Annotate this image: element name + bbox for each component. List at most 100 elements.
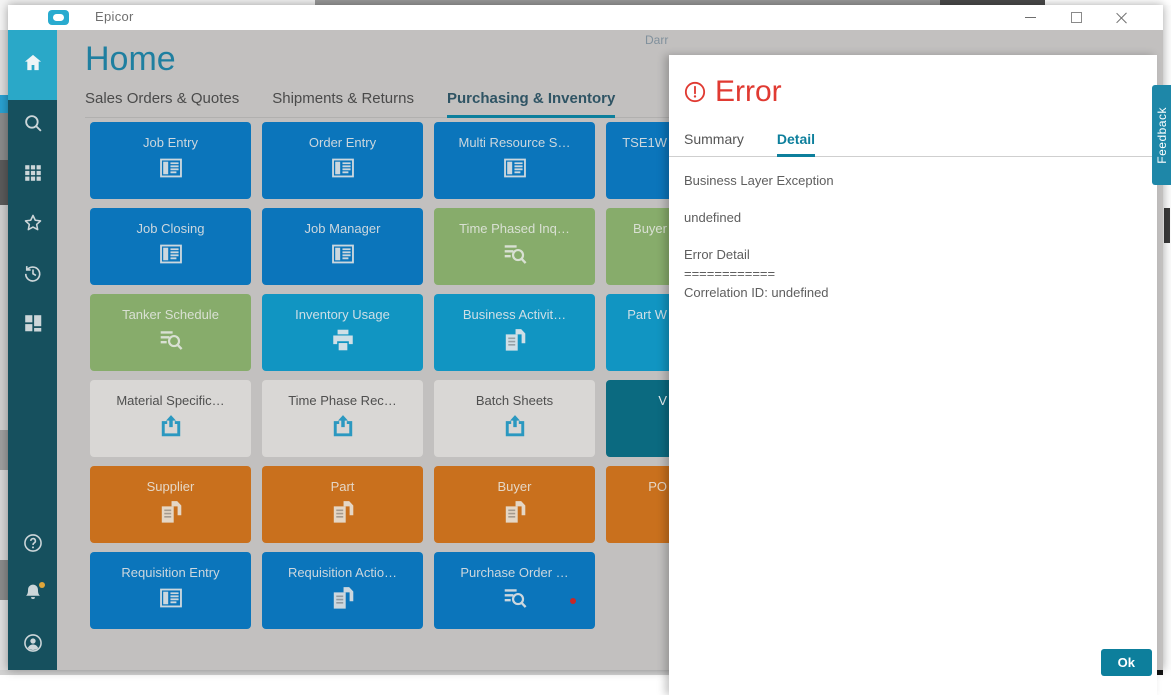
minimize-icon xyxy=(1024,16,1036,19)
tile-material-specific[interactable]: Material Specific… xyxy=(90,380,251,457)
home-tabs: Sales Orders & Quotes Shipments & Returns… xyxy=(85,90,725,118)
printer-icon xyxy=(328,327,358,353)
tab-sales-orders-quotes[interactable]: Sales Orders & Quotes xyxy=(85,90,239,118)
tile-supplier[interactable]: Supplier xyxy=(90,466,251,543)
error-dialog: Error Summary Detail Business Layer Excep… xyxy=(669,55,1157,695)
epicor-window: Epicor Darr Home Sales Orders & Quotes Sh… xyxy=(8,5,1163,695)
tile-label: Requisition Entry xyxy=(121,565,220,580)
tile-job-closing[interactable]: Job Closing xyxy=(90,208,251,285)
tile-label: Job Manager xyxy=(304,221,381,236)
page-title: Home xyxy=(85,40,176,78)
titlebar: Epicor xyxy=(8,5,1163,30)
error-detail-text: Business Layer Exception undefined Error D… xyxy=(684,173,1142,300)
tile-label: Job Closing xyxy=(136,221,205,236)
error-icon xyxy=(684,81,706,103)
window-title: Epicor xyxy=(95,9,134,24)
search-list-icon xyxy=(500,241,530,267)
home-icon xyxy=(22,52,44,79)
tile-label: V xyxy=(658,393,667,408)
maximize-button[interactable] xyxy=(1053,5,1099,30)
tile-purchase-order[interactable]: Purchase Order … xyxy=(434,552,595,629)
notification-dot xyxy=(570,598,576,604)
tile-time-phase-rec[interactable]: Time Phase Rec… xyxy=(262,380,423,457)
tile-multi-resource-s[interactable]: Multi Resource S… xyxy=(434,122,595,199)
window-controls xyxy=(1007,5,1145,30)
tile-part[interactable]: Part xyxy=(262,466,423,543)
tab-detail[interactable]: Detail xyxy=(776,131,816,157)
report-icon xyxy=(500,499,530,525)
tile-tanker-schedule[interactable]: Tanker Schedule xyxy=(90,294,251,371)
sidebar-item-home[interactable] xyxy=(8,30,57,100)
tile-requisition-actio[interactable]: Requisition Actio… xyxy=(262,552,423,629)
minimize-button[interactable] xyxy=(1007,5,1053,30)
tile-buyer[interactable]: Buyer xyxy=(434,466,595,543)
sidebar-item-help[interactable] xyxy=(8,520,57,570)
tab-summary[interactable]: Summary xyxy=(684,131,744,157)
error-line: ============ xyxy=(684,266,776,281)
sidebar-item-recent[interactable] xyxy=(8,250,57,300)
tile-label: Time Phased Inq… xyxy=(459,221,570,236)
error-header: Error xyxy=(684,75,1142,109)
search-list-icon xyxy=(156,327,186,353)
tile-label: Tanker Schedule xyxy=(122,307,219,322)
error-tabs: Summary Detail xyxy=(669,131,1157,157)
tile-order-entry[interactable]: Order Entry xyxy=(262,122,423,199)
dashboard-icon xyxy=(22,312,44,339)
epicor-logo-icon xyxy=(48,10,69,25)
sidebar xyxy=(8,30,57,670)
tile-batch-sheets[interactable]: Batch Sheets xyxy=(434,380,595,457)
history-icon xyxy=(22,262,44,289)
sidebar-item-account[interactable] xyxy=(8,620,57,670)
sidebar-item-search[interactable] xyxy=(8,100,57,150)
close-icon xyxy=(1116,12,1128,24)
close-button[interactable] xyxy=(1099,5,1145,30)
form-icon xyxy=(156,585,186,611)
tile-label: Buyer xyxy=(633,221,667,236)
tile-inventory-usage[interactable]: Inventory Usage xyxy=(262,294,423,371)
tile-job-entry[interactable]: Job Entry xyxy=(90,122,251,199)
feedback-tab[interactable]: Feedback xyxy=(1152,85,1171,185)
feedback-tab-label: Feedback xyxy=(1154,106,1169,164)
tile-job-manager[interactable]: Job Manager xyxy=(262,208,423,285)
error-title: Error xyxy=(715,75,782,108)
error-line: Error Detail xyxy=(684,247,750,262)
sidebar-item-apps[interactable] xyxy=(8,150,57,200)
sidebar-item-favorites[interactable] xyxy=(8,200,57,250)
tile-grid: Job Entry Order Entry Multi Resource S… TSE… xyxy=(90,122,767,629)
app-area: Darr Home Sales Orders & Quotes Shipments… xyxy=(8,30,1163,695)
upload-icon xyxy=(328,413,358,439)
notification-badge xyxy=(39,582,45,588)
tab-purchasing-inventory[interactable]: Purchasing & Inventory xyxy=(446,90,616,118)
tile-label: Purchase Order … xyxy=(460,565,569,580)
maximize-icon xyxy=(1070,12,1082,23)
form-icon xyxy=(328,241,358,267)
sidebar-item-dashboards[interactable] xyxy=(8,300,57,350)
tile-requisition-entry[interactable]: Requisition Entry xyxy=(90,552,251,629)
upload-icon xyxy=(500,413,530,439)
form-icon xyxy=(500,155,530,181)
background-window-edge xyxy=(0,0,8,675)
error-line: undefined xyxy=(684,210,742,225)
tile-label: Multi Resource S… xyxy=(458,135,571,150)
tile-label: Order Entry xyxy=(308,135,377,150)
tile-business-activit[interactable]: Business Activit… xyxy=(434,294,595,371)
ok-button[interactable]: Ok xyxy=(1100,649,1152,676)
tile-label: Inventory Usage xyxy=(295,307,390,322)
error-line: Business Layer Exception xyxy=(684,173,834,188)
tile-label: Part W xyxy=(627,307,667,322)
tab-shipments-returns[interactable]: Shipments & Returns xyxy=(272,90,414,118)
tile-label: TSE1W xyxy=(622,135,667,150)
tile-label: Requisition Actio… xyxy=(287,565,398,580)
search-list-icon xyxy=(500,585,530,611)
apps-icon xyxy=(22,162,44,189)
tile-time-phased-inq[interactable]: Time Phased Inq… xyxy=(434,208,595,285)
tile-label: Buyer xyxy=(497,479,532,494)
tile-label: Business Activit… xyxy=(462,307,567,322)
report-icon xyxy=(328,585,358,611)
sidebar-item-notifications[interactable] xyxy=(8,570,57,620)
form-icon xyxy=(156,241,186,267)
report-icon xyxy=(328,499,358,525)
person-icon xyxy=(22,632,44,659)
tile-label: Part xyxy=(330,479,355,494)
tile-label: PO xyxy=(648,479,667,494)
